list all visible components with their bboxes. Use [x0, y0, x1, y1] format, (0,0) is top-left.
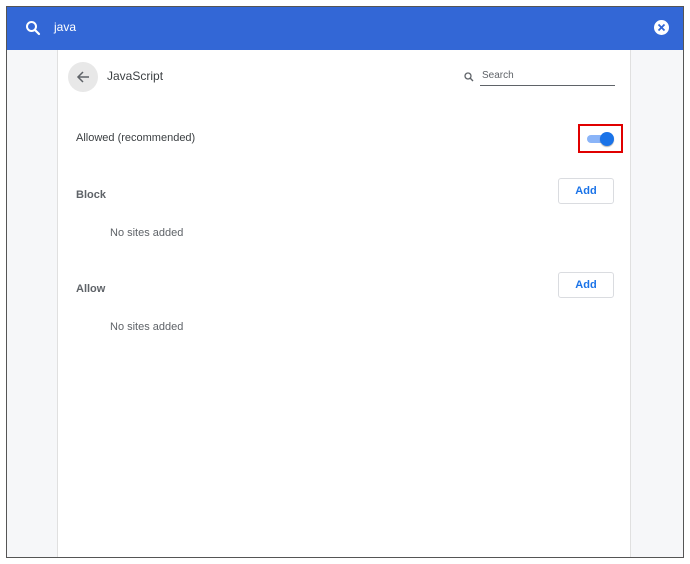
toggle-knob	[600, 132, 614, 146]
add-allow-site-button[interactable]: Add	[558, 272, 614, 298]
settings-window: java JavaScript Search Allowed (recommen…	[6, 6, 684, 558]
clear-search-button[interactable]	[654, 20, 669, 35]
block-section-label: Block	[76, 189, 106, 201]
back-button[interactable]	[68, 62, 98, 92]
close-icon	[657, 23, 666, 32]
javascript-settings-card: JavaScript Allowed (recommended) Block A…	[57, 50, 631, 557]
search-icon	[464, 69, 474, 87]
site-search	[462, 64, 615, 86]
site-search-input[interactable]	[480, 66, 615, 86]
search-icon[interactable]	[25, 20, 41, 36]
allow-section-label: Allow	[76, 283, 106, 295]
javascript-toggle[interactable]	[587, 132, 614, 146]
allowed-setting-label: Allowed (recommended)	[76, 132, 196, 144]
page-header: JavaScript	[58, 50, 630, 104]
block-empty-text: No sites added	[110, 227, 184, 239]
arrow-left-icon	[76, 71, 89, 83]
page-title: JavaScript	[107, 69, 164, 83]
add-block-site-button[interactable]: Add	[558, 178, 614, 204]
allow-empty-text: No sites added	[110, 321, 184, 333]
search-query[interactable]: java	[54, 20, 76, 34]
top-search-bar: java	[7, 7, 683, 50]
